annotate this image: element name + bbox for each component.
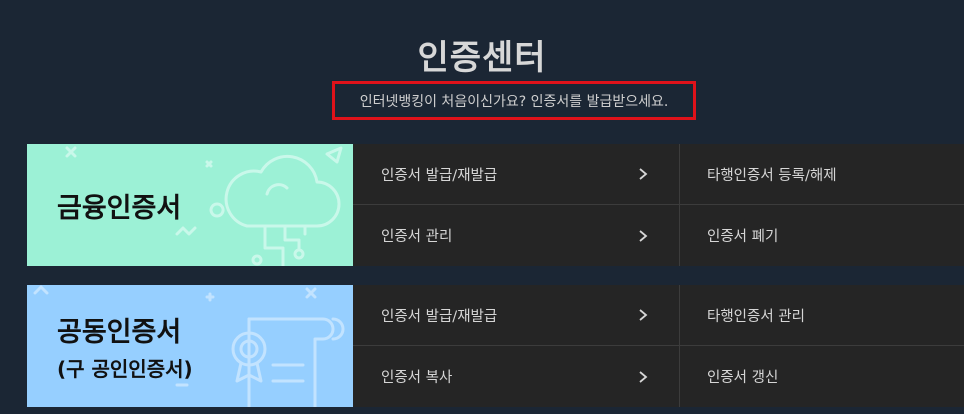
financial-certificate-menu: 인증서 발급/재발급 타행인증서 등록/해제 인증서 관리 인증서 폐기	[353, 144, 964, 266]
chevron-right-icon	[639, 168, 648, 180]
menu-label: 인증서 발급/재발급	[381, 167, 498, 184]
menu-label: 인증서 복사	[381, 370, 453, 386]
chevron-right-icon	[639, 309, 648, 321]
menu-issue-reissue[interactable]: 인증서 발급/재발급	[353, 285, 680, 346]
subtitle-highlight-box: 인터넷뱅킹이 처음이신가요? 인증서를 발급받으세요.	[332, 81, 696, 120]
menu-label: 인증서 폐기	[707, 229, 779, 245]
page-title: 인증센터	[417, 38, 547, 78]
menu-certificate-revoke[interactable]: 인증서 폐기	[680, 205, 964, 266]
card-subtitle: (구 공인인증서)	[57, 357, 193, 381]
menu-certificate-manage[interactable]: 인증서 관리	[353, 205, 680, 266]
joint-certificate-card: 공동인증서 (구 공인인증서)	[27, 285, 353, 407]
page-subtitle: 인터넷뱅킹이 처음이신가요? 인증서를 발급받으세요.	[359, 93, 669, 110]
menu-label: 타행인증서 등록/해제	[707, 167, 837, 184]
menu-label: 인증서 관리	[381, 229, 453, 245]
card-title: 공동인증서	[57, 317, 182, 348]
menu-issue-reissue[interactable]: 인증서 발급/재발급	[353, 144, 680, 205]
chevron-right-icon	[639, 370, 648, 383]
menu-label: 인증서 발급/재발급	[381, 308, 498, 325]
financial-certificate-section: 금융인증서 인증서 발급/재발급 타행인증서 등록/해제 인증서 관리 인증서 …	[27, 144, 964, 266]
menu-other-bank-manage[interactable]: 타행인증서 관리	[680, 285, 964, 346]
chevron-right-icon	[639, 229, 648, 242]
card-title: 금융인증서	[57, 192, 182, 224]
menu-other-bank-register[interactable]: 타행인증서 등록/해제	[680, 144, 964, 205]
joint-certificate-menu: 인증서 발급/재발급 타행인증서 관리 인증서 복사 인증서 갱신	[353, 285, 964, 407]
menu-label: 인증서 갱신	[707, 370, 779, 386]
menu-certificate-copy[interactable]: 인증서 복사	[353, 346, 680, 407]
menu-label: 타행인증서 관리	[707, 308, 805, 325]
menu-certificate-renew[interactable]: 인증서 갱신	[680, 346, 964, 407]
financial-certificate-card: 금융인증서	[27, 144, 353, 266]
joint-certificate-section: 공동인증서 (구 공인인증서) 인증서 발급/재발급 타행인증서 관리 인증서 …	[27, 285, 964, 407]
